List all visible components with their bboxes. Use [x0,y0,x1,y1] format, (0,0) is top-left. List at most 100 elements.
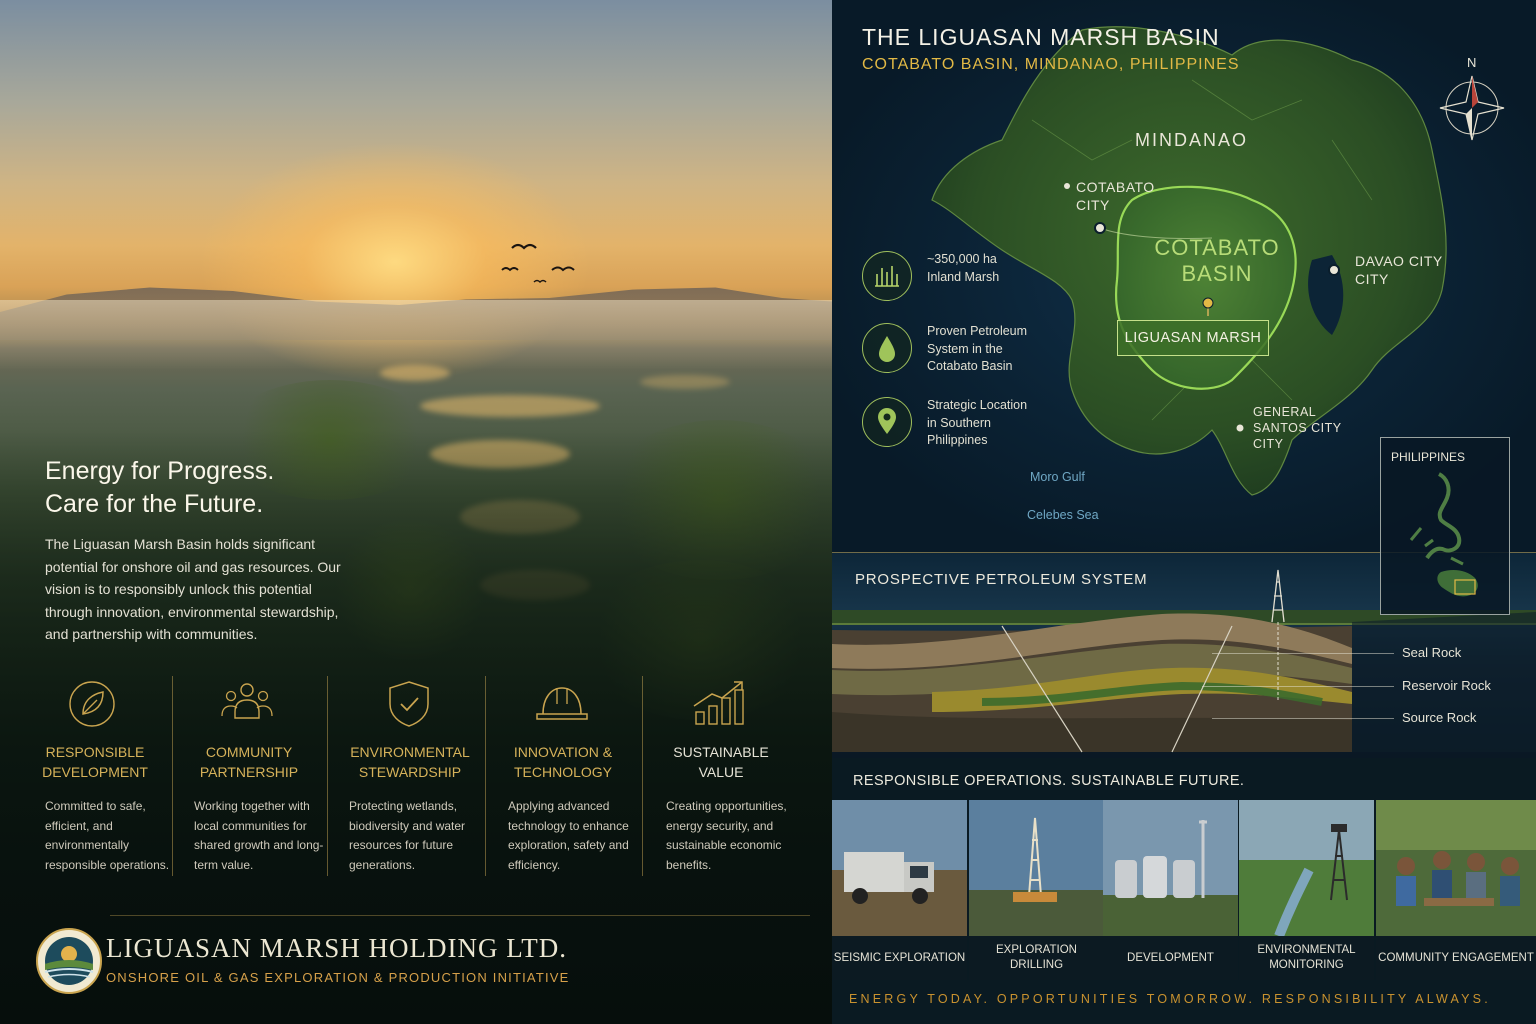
inset-title: PHILIPPINES [1391,450,1466,464]
map-subtitle: COTABATO BASIN, MINDANAO, PHILIPPINES [862,56,1240,73]
marsh-grass-icon [862,251,912,301]
pillar-description: Working together with local communities … [194,799,324,872]
pillar-title: ENVIRONMENTAL STEWARDSHIP [350,744,470,780]
ops-caption: EXPLORATION DRILLING [969,936,1104,980]
info-panel: THE LIGUASAN MARSH BASIN COTABATO BASIN,… [832,0,1536,1024]
city-marker [1236,424,1244,432]
pillar-environmental-stewardship: ENVIRONMENTAL STEWARDSHIP Protecting wet… [335,672,485,877]
basin-label: COTABATO BASIN [1147,235,1287,287]
pillar-title: RESPONSIBLE DEVELOPMENT [42,744,148,780]
philippines-inset-map: PHILIPPINES [1380,437,1510,615]
growth-chart-icon [693,681,744,725]
company-subtitle: ONSHORE OIL & GAS EXPLORATION & PRODUCTI… [106,970,570,985]
ops-caption: SEISMIC EXPLORATION [832,936,967,980]
city-name: CITY [1253,437,1284,451]
community-meeting-image [1376,800,1536,936]
city-name: DAVAO CITY [1355,253,1443,269]
basin-name: BASIN [1181,261,1253,286]
headline-line-2: Care for the Future. [45,490,264,518]
basin-name: COTABATO [1154,235,1280,260]
layer-label-reservoir-rock: Reservoir Rock [1402,678,1491,693]
city-marker [1328,264,1340,276]
people-icon [221,683,273,719]
oil-drop-icon [862,323,912,373]
map-title: THE LIGUASAN MARSH BASIN [862,24,1220,50]
divider [327,676,328,876]
headline-line-1: Energy for Progress. [45,457,275,485]
processing-facility-image [1103,800,1238,936]
divider [642,676,643,876]
morning-mist [0,300,832,370]
feature-strategic-location: Strategic Location in Southern Philippin… [862,397,1052,453]
layer-label-source-rock: Source Rock [1402,710,1477,725]
feature-text: ~350,000 ha Inland Marsh [927,251,1057,286]
liguasan-marsh-label: LIGUASAN MARSH [1117,320,1269,356]
location-pin-icon [862,397,912,447]
pillar-description: Applying advanced technology to enhance … [508,799,629,872]
feature-line: in Southern [927,415,991,430]
feature-line: Philippines [927,433,988,447]
hero-landscape-panel: Energy for Progress. Care for the Future… [0,0,832,1024]
leaf-icon [69,681,115,727]
marsh-water [640,375,730,389]
marsh-pin-icon [1202,297,1214,309]
feature-line: ~350,000 ha [927,252,997,266]
feature-text: Proven Petroleum System in the Cotabato … [927,323,1057,376]
drilling-rig-image [969,800,1104,936]
island-label: MINDANAO [1135,130,1249,150]
leader-line [1202,686,1394,687]
city-name: SANTOS CITY [1253,421,1342,435]
wetland-tower-image [1239,800,1374,936]
pillar-community-partnership: COMMUNITY PARTNERSHIP Working together w… [180,672,330,877]
city-label-cotabato: COTABATO CITY [1076,178,1155,214]
feature-line: Strategic Location [927,398,1028,412]
pillar-description: Protecting wetlands, biodiversity and wa… [349,799,466,872]
pillar-title: COMMUNITY PARTNERSHIP [199,744,299,780]
operations-gallery: SEISMIC EXPLORATION EXPLORATION DRILLING… [832,800,1536,980]
layer-label-seal-rock: Seal Rock [1402,645,1462,660]
footer-rule [110,915,810,916]
pillar-description: Committed to safe, efficient, and enviro… [45,799,170,872]
shield-check-icon [389,681,429,727]
city-name: COTABATO [1076,179,1155,195]
hard-hat-icon [536,687,588,720]
city-name: CITY [1355,271,1389,287]
feature-petroleum-system: Proven Petroleum System in the Cotabato … [862,323,1052,379]
intro-paragraph: The Liguasan Marsh Basin holds significa… [45,536,341,642]
operations-title: RESPONSIBLE OPERATIONS. SUSTAINABLE FUTU… [853,773,1245,789]
company-logo [36,928,102,994]
sea-label-moro-gulf: Moro Gulf [1030,470,1085,484]
ops-card-community: COMMUNITY ENGAGEMENT [1376,800,1536,980]
company-name: LIGUASAN MARSH HOLDING LTD. [106,933,568,963]
city-label-davao: DAVAO CITY CITY [1355,252,1443,288]
city-marker [1064,183,1070,189]
pillar-description: Creating opportunities, energy security,… [666,799,787,872]
hero-headline: Energy for Progress. Care for the Future… [45,455,274,521]
ops-caption: DEVELOPMENT [1103,936,1238,980]
feature-inland-marsh: ~350,000 ha Inland Marsh [862,251,1052,307]
ops-card-development: DEVELOPMENT [1103,800,1238,980]
birds-icon [501,243,575,284]
feature-line: Inland Marsh [927,269,1000,284]
seismic-truck-image [832,800,967,936]
ops-card-drilling: EXPLORATION DRILLING [969,800,1104,980]
pillar-sustainable-value: SUSTAINABLE VALUE Creating opportunities… [650,672,800,877]
feature-line: Cotabato Basin [927,359,1013,373]
pillar-innovation-technology: INNOVATION & TECHNOLOGY Applying advance… [493,672,643,877]
feature-line: Proven Petroleum [927,324,1028,338]
ops-card-seismic: SEISMIC EXPLORATION [832,800,967,980]
ops-caption: ENVIRONMENTAL MONITORING [1239,936,1374,980]
leader-line [1212,653,1394,654]
marsh-water [420,395,600,417]
logo-emblem-icon [44,937,94,985]
footer-tagline: ENERGY TODAY. OPPORTUNITIES TOMORROW. RE… [849,992,1491,1006]
feature-text: Strategic Location in Southern Philippin… [927,397,1057,450]
leader-line [1212,718,1394,719]
city-marker [1094,222,1106,234]
ops-caption: COMMUNITY ENGAGEMENT [1376,936,1536,980]
divider [172,676,173,876]
philippines-silhouette [1409,472,1478,597]
city-name: GENERAL [1253,405,1317,419]
value-pillars: RESPONSIBLE DEVELOPMENT Committed to saf… [30,672,830,877]
compass-rose-icon [1439,75,1505,141]
